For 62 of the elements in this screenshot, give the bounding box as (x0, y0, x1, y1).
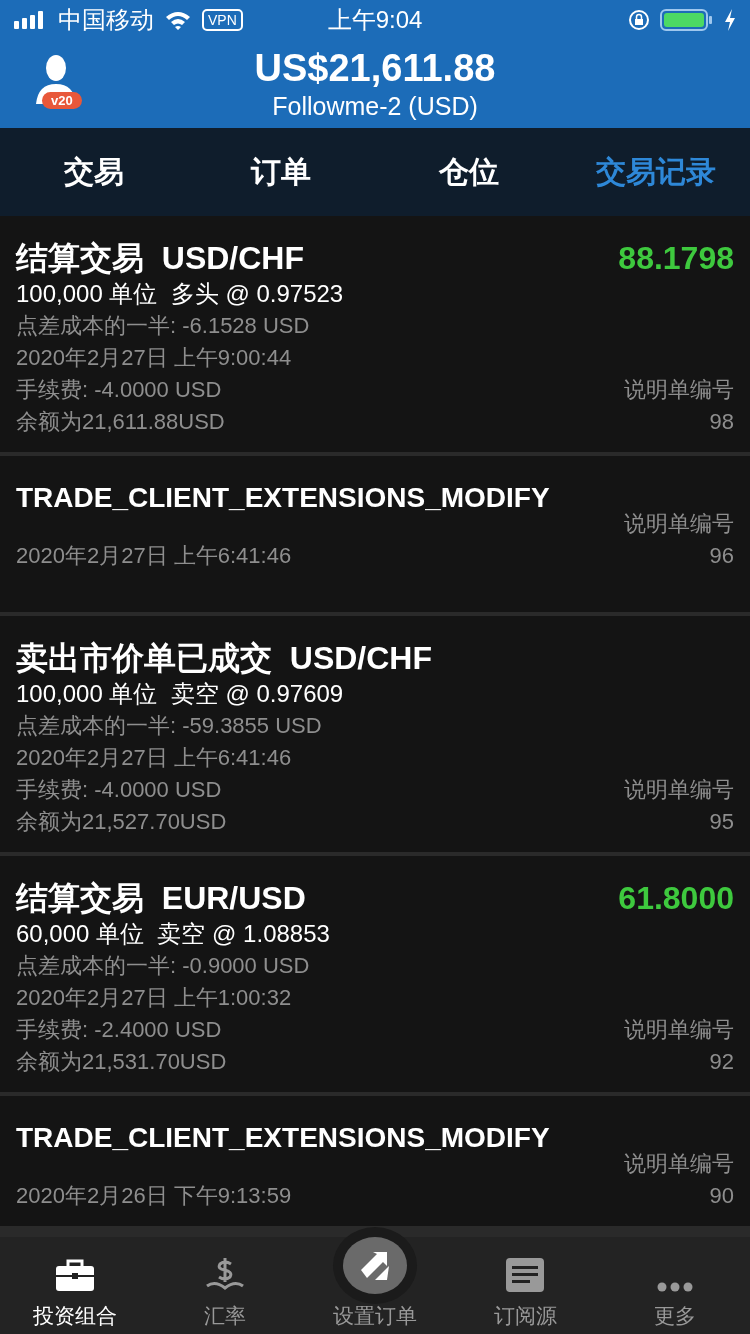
rotation-lock-icon (628, 9, 650, 31)
tab[interactable]: 仓位 (375, 128, 563, 216)
record-date: 2020年2月27日 上午6:41:46 (16, 744, 293, 772)
record-title: TRADE_CLIENT_EXTENSIONS_MODIFY (16, 481, 550, 515)
units-line: 100,000 单位 卖空 @ 0.97609 (16, 679, 344, 709)
record-date: 2020年2月26日 下午9:13:59 (16, 1182, 292, 1210)
fee-line: 手续费: -2.4000 USD (16, 1016, 223, 1044)
nav-item[interactable]: 汇率 (150, 1237, 300, 1334)
units-line: 100,000 单位 多头 @ 0.97523 (16, 279, 344, 309)
ref-label: 说明单编号 (624, 376, 734, 404)
balance-line: 余额为21,527.70USD (16, 808, 228, 836)
version-badge: v20 (42, 92, 82, 109)
profit-amount: 61.8000 (618, 879, 734, 917)
vpn-badge: VPN (202, 9, 243, 31)
account-balance: US$21,611.88 (254, 46, 496, 90)
ref-label: 说明单编号 (624, 1016, 734, 1044)
nav-item[interactable]: 投资组合 (0, 1237, 150, 1334)
record-title: 卖出市价单已成交 USD/CHF (16, 639, 432, 678)
ref-number: 96 (709, 542, 734, 570)
ref-number: 90 (709, 1182, 734, 1210)
spread-cost: 点差成本的一半: -59.3855 USD (16, 712, 323, 740)
wifi-icon (164, 10, 192, 30)
nav-item[interactable]: 设置订单 (300, 1237, 450, 1334)
record-card[interactable]: 结算交易 EUR/USD 61.8000 60,000 单位 卖空 @ 1.08853 点差成本的一半: -0.9000 USD 2020年2月27日 上午1:00:32 手续费: -2.4000 USD 余额为21,531.70USD 说明单编号 92 (0, 856, 750, 1092)
record-card[interactable]: 卖出市价单已成交 USD/CHF 100,000 单位 卖空 @ 0.97609 点差成本的一半: -59.3855 USD 2020年2月27日 上午6:41:46 手续费: -4.0000 USD 余额为21,527.70USD 说明单编号 95 (0, 616, 750, 852)
carrier-name: 中国移动 (58, 5, 154, 35)
nav-item[interactable]: 订阅源 (450, 1237, 600, 1334)
ref-number: 92 (709, 1048, 734, 1076)
fee-line: 手续费: -4.0000 USD (16, 376, 223, 404)
record-title: 结算交易 EUR/USD (16, 879, 306, 918)
record-date: 2020年2月27日 上午1:00:32 (16, 984, 293, 1012)
record-date: 2020年2月27日 上午9:00:44 (16, 344, 293, 372)
briefcase-icon (55, 1258, 95, 1292)
account-name: Followme-2 (USD) (272, 91, 478, 122)
balance-line: 余额为21,531.70USD (16, 1048, 228, 1076)
ref-label: 说明单编号 (624, 510, 734, 538)
units-line: 60,000 单位 卖空 @ 1.08853 (16, 919, 330, 949)
list-icon (506, 1258, 544, 1292)
clock-time: 上午9:04 (327, 5, 423, 35)
spread-cost: 点差成本的一半: -0.9000 USD (16, 952, 311, 980)
currency-icon (205, 1256, 245, 1292)
profit-amount: 88.1798 (618, 239, 734, 277)
record-date: 2020年2月27日 上午6:41:46 (16, 542, 292, 570)
charging-bolt-icon (724, 9, 736, 31)
ref-label: 说明单编号 (624, 1150, 734, 1178)
more-icon (657, 1282, 693, 1292)
fee-line: 手续费: -4.0000 USD (16, 776, 223, 804)
record-card[interactable]: TRADE_CLIENT_EXTENSIONS_MODIFY 2020年2月27日 上午6:41:46 说明单编号 96 (0, 456, 750, 612)
record-title: TRADE_CLIENT_EXTENSIONS_MODIFY (16, 1121, 550, 1155)
balance-line: 余额为21,611.88USD (16, 408, 226, 436)
ref-label: 说明单编号 (624, 776, 734, 804)
tab[interactable]: 订单 (187, 128, 375, 216)
ref-number: 98 (709, 408, 734, 436)
ref-number: 95 (709, 808, 734, 836)
nav-item[interactable]: 更多 (600, 1237, 750, 1334)
tab[interactable]: 交易 (0, 128, 188, 216)
record-card[interactable]: 结算交易 USD/CHF 88.1798 100,000 单位 多头 @ 0.97523 点差成本的一半: -6.1528 USD 2020年2月27日 上午9:00:44 手续费: -4.0000 USD 余额为21,611.88USD 说明单编号 98 (0, 216, 750, 452)
tab[interactable]: 交易记录 (562, 128, 750, 216)
battery-icon (660, 8, 714, 32)
spread-cost: 点差成本的一半: -6.1528 USD (16, 312, 311, 340)
record-card[interactable]: TRADE_CLIENT_EXTENSIONS_MODIFY 2020年2月26日 下午9:13:59 说明单编号 90 (0, 1096, 750, 1226)
record-title: 结算交易 USD/CHF (16, 239, 304, 278)
